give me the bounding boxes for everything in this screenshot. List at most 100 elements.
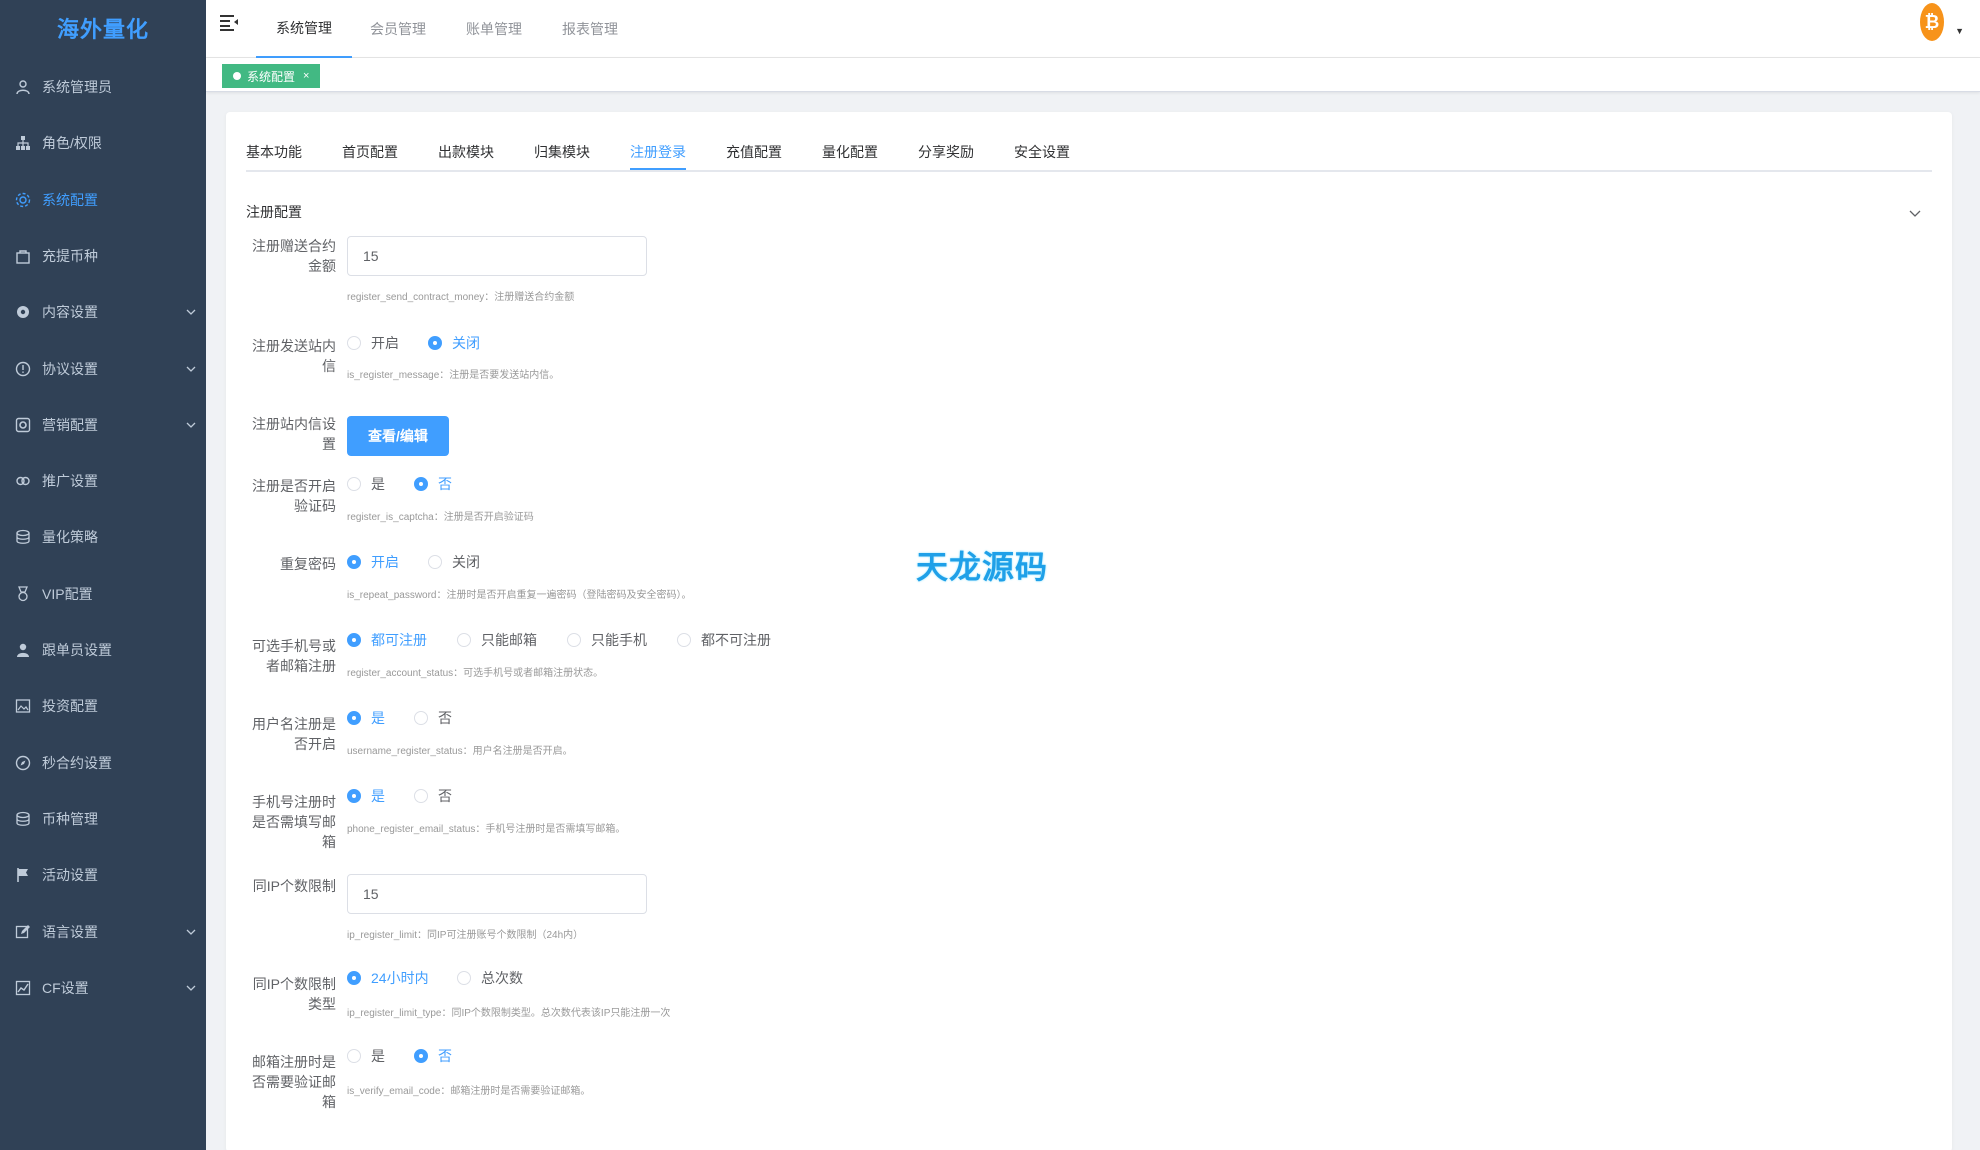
sidebar-item[interactable]: 协议设置 (0, 349, 206, 389)
sidebar-item[interactable]: 营销配置 (0, 405, 206, 445)
sidebar-item[interactable]: 活动设置 (0, 855, 206, 895)
bag-icon (14, 247, 32, 265)
radio-account-email-only[interactable]: 只能邮箱 (457, 630, 537, 650)
gear-icon (14, 191, 32, 209)
radio-username-register-yes[interactable]: 是 (347, 708, 385, 728)
tab-quant[interactable]: 量化配置 (822, 142, 878, 170)
radio-label: 开启 (371, 335, 399, 351)
info-circle-icon (14, 360, 32, 378)
sidebar-item-label: 营销配置 (42, 416, 98, 433)
radio-label: 开启 (371, 554, 399, 570)
tab-home[interactable]: 首页配置 (342, 142, 398, 170)
radio-label: 否 (438, 710, 452, 726)
tag-system-config[interactable]: 系统配置 × (222, 64, 321, 88)
sidebar-item[interactable]: 秒合约设置 (0, 743, 206, 783)
radio-verify-email-yes[interactable]: 是 (347, 1046, 385, 1066)
sidebar-item-label: 投资配置 (42, 698, 98, 715)
sidebar-item-label: 系统配置 (42, 191, 98, 208)
field-label: 邮箱注册时是否需要验证邮箱 (252, 1054, 336, 1110)
avatar[interactable]: ₿ (1920, 3, 1944, 41)
radio-label: 关闭 (452, 335, 480, 351)
tab-withdraw[interactable]: 出款模块 (438, 142, 494, 170)
sidebar-item[interactable]: 系统配置 (0, 180, 206, 220)
sidebar-item[interactable]: 跟单员设置 (0, 630, 206, 670)
tab-share-reward[interactable]: 分享奖励 (918, 142, 974, 170)
sidebar-item-label: 跟单员设置 (42, 642, 112, 658)
compass-icon (14, 754, 32, 772)
sidebar-item-label: 角色/权限 (42, 135, 102, 152)
top-tab-members[interactable]: 会员管理 (370, 0, 426, 58)
top-tab-reports[interactable]: 报表管理 (562, 0, 618, 58)
chevron-down-icon[interactable] (1908, 206, 1922, 220)
coins-icon (14, 810, 32, 828)
sidebar-item[interactable]: 角色/权限 (0, 123, 206, 163)
top-tab-bills[interactable]: 账单管理 (466, 0, 522, 58)
radio-captcha-yes[interactable]: 是 (347, 474, 385, 494)
sidebar-item[interactable]: 语言设置 (0, 912, 206, 952)
radio-phone-email-no[interactable]: 否 (414, 786, 452, 806)
radio-register-message-off[interactable]: 关闭 (428, 333, 480, 353)
sidebar-item[interactable]: VIP配置 (0, 574, 206, 614)
top-tab-system[interactable]: 系统管理 (256, 0, 352, 58)
radio-account-phone-only[interactable]: 只能手机 (567, 630, 647, 650)
caret-down-icon[interactable]: ▼ (1955, 26, 1964, 36)
dot-icon (233, 72, 241, 80)
tags-view: 系统配置 × (206, 58, 1980, 92)
hamburger-icon[interactable] (220, 14, 240, 32)
tag-label: 系统配置 (247, 69, 296, 84)
sidebar-item[interactable]: CF设置 (0, 968, 206, 1008)
radio-label: 只能邮箱 (481, 632, 537, 648)
radio-label: 否 (438, 1048, 452, 1064)
tab-recharge[interactable]: 充值配置 (726, 142, 782, 170)
radio-captcha-no[interactable]: 否 (414, 474, 452, 494)
watermark: 天龙源码 (916, 549, 1049, 585)
radio-ip-limit-total[interactable]: 总次数 (457, 968, 523, 988)
radio-register-message-on[interactable]: 开启 (347, 333, 399, 353)
chevron-down-icon (186, 929, 196, 935)
sidebar-item-label: VIP配置 (42, 585, 93, 602)
ip-limit-input[interactable]: 15 (347, 874, 647, 914)
radio-circle (347, 789, 361, 803)
radio-repeat-password-on[interactable]: 开启 (347, 552, 399, 572)
sidebar-item[interactable]: 内容设置 (0, 292, 206, 332)
sidebar-item-label: 秒合约设置 (42, 754, 112, 771)
sidebar-item[interactable]: 系统管理员 (0, 67, 206, 107)
tab-basic[interactable]: 基本功能 (246, 142, 302, 170)
field-label: 同IP个数限制类型 (252, 976, 336, 1012)
radio-circle (347, 711, 361, 725)
view-edit-button[interactable]: 查看/编辑 (347, 416, 449, 456)
tab-security[interactable]: 安全设置 (1014, 142, 1070, 170)
sidebar-item[interactable]: 推广设置 (0, 461, 206, 501)
sidebar-item-label: 充提币种 (42, 247, 98, 264)
section-title: 注册配置 (246, 204, 302, 220)
register-send-money-input[interactable]: 15 (347, 236, 647, 276)
field-label: 注册站内信设置 (252, 416, 336, 452)
sidebar-item[interactable]: 币种管理 (0, 799, 206, 839)
sidebar: 海外量化 系统管理员角色/权限系统配置充提币种内容设置协议设置营销配置推广设置量… (0, 0, 206, 1150)
field-hint: ip_register_limit：同IP可注册账号个数限制（24h内） (347, 930, 584, 941)
tab-collect[interactable]: 归集模块 (534, 142, 590, 170)
ecommerce-icon (14, 416, 32, 434)
radio-verify-email-no[interactable]: 否 (414, 1046, 452, 1066)
sidebar-item-label: CF设置 (42, 979, 89, 996)
radio-repeat-password-off[interactable]: 关闭 (428, 552, 480, 572)
radio-circle (347, 1049, 361, 1063)
field-label: 重复密码 (280, 556, 336, 572)
field-label: 注册是否开启验证码 (252, 478, 336, 514)
app-logo[interactable]: 海外量化 (0, 0, 206, 56)
radio-label: 都可注册 (371, 632, 427, 648)
sidebar-item[interactable]: 投资配置 (0, 686, 206, 726)
sidebar-item[interactable]: 量化策略 (0, 517, 206, 557)
sidebar-item[interactable]: 充提币种 (0, 236, 206, 276)
radio-account-both[interactable]: 都可注册 (347, 630, 427, 650)
radio-username-register-no[interactable]: 否 (414, 708, 452, 728)
radio-ip-limit-24h[interactable]: 24小时内 (347, 968, 429, 988)
radio-account-none[interactable]: 都不可注册 (677, 630, 771, 650)
field-hint: is_repeat_password：注册时是否开启重复一遍密码（登陆密码及安全… (347, 590, 692, 601)
close-icon[interactable]: × (303, 70, 309, 82)
field-hint: username_register_status：用户名注册是否开启。 (347, 746, 573, 757)
field-hint: register_account_status：可选手机号或者邮箱注册状态。 (347, 668, 604, 679)
field-hint: register_is_captcha：注册是否开启验证码 (347, 512, 534, 523)
tab-register-login[interactable]: 注册登录 (630, 142, 686, 170)
radio-phone-email-yes[interactable]: 是 (347, 786, 385, 806)
